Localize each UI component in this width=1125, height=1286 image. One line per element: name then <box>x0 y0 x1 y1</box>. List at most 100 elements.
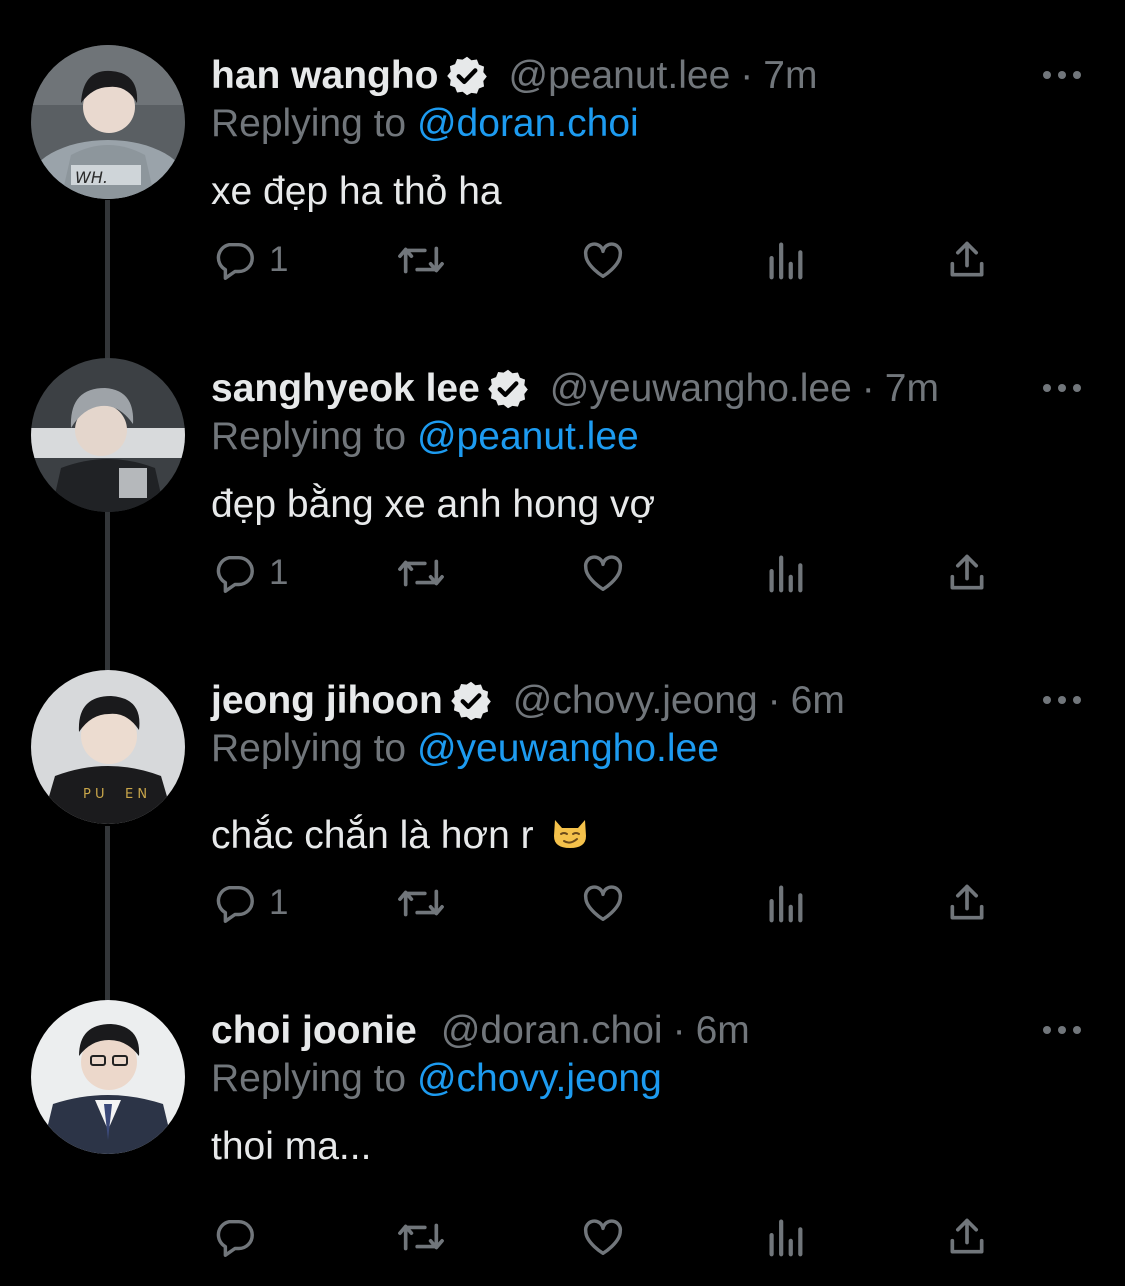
share-icon <box>950 1218 984 1254</box>
retweet-icon <box>398 889 444 917</box>
views-button[interactable] <box>764 548 806 598</box>
avatar[interactable]: P U E N <box>31 670 185 824</box>
retweet-button[interactable] <box>395 878 447 928</box>
tweet-text-container: chắc chắn là hơn r <box>211 812 590 859</box>
replying-to-label: Replying to <box>211 415 407 458</box>
heart-icon <box>583 242 623 279</box>
user-handle[interactable]: @yeuwangho.lee <box>550 366 852 412</box>
more-dots-icon[interactable] <box>1040 376 1084 400</box>
like-button[interactable] <box>579 548 627 598</box>
reply-button[interactable]: 1 <box>211 548 288 598</box>
tweet-header: jeong jihoon @chovy.jeong · 6m <box>211 678 845 724</box>
retweet-button[interactable] <box>395 235 447 285</box>
verified-badge-icon <box>450 681 491 721</box>
retweet-icon <box>398 246 444 274</box>
avatar[interactable] <box>31 1000 185 1154</box>
smirk-cat-emoji <box>554 820 587 848</box>
like-button[interactable] <box>579 1212 627 1262</box>
tweet[interactable]: P U E N jeong jihoon @chovy.jeong · 6m R… <box>0 670 1125 990</box>
reply-button[interactable] <box>211 1212 269 1262</box>
display-name[interactable]: han wangho <box>211 53 439 99</box>
share-icon <box>950 241 984 277</box>
display-name[interactable]: sanghyeok lee <box>211 366 480 412</box>
tweet-actions: 1 <box>211 235 1011 285</box>
verified-badge-icon <box>487 369 528 409</box>
retweet-icon <box>398 559 444 587</box>
reply-count: 1 <box>269 553 289 592</box>
tweet-header: han wangho @peanut.lee · 7m <box>211 53 817 99</box>
like-button[interactable] <box>579 878 627 928</box>
share-button[interactable] <box>945 235 989 285</box>
analytics-icon <box>769 1219 803 1257</box>
reply-icon <box>216 242 254 280</box>
tweet-header: choi joonie @doran.choi · 6m <box>211 1008 750 1054</box>
tweet[interactable]: choi joonie @doran.choi · 6m Replying to… <box>0 1000 1125 1286</box>
analytics-icon <box>769 885 803 923</box>
tweet-actions: 1 <box>211 548 1011 598</box>
more-dots-icon[interactable] <box>1040 1018 1084 1042</box>
replying-to: Replying to @yeuwangho.lee <box>211 726 719 772</box>
tweet-text: đẹp bằng xe anh hong vợ <box>211 483 656 526</box>
timestamp[interactable]: 7m <box>885 366 939 412</box>
retweet-button[interactable] <box>395 1212 447 1262</box>
more-dots-icon[interactable] <box>1040 688 1084 712</box>
views-button[interactable] <box>764 1212 806 1262</box>
more-dots-icon[interactable] <box>1040 63 1084 87</box>
separator-dot: · <box>740 54 754 97</box>
heart-icon <box>583 555 623 592</box>
replying-to-label: Replying to <box>211 727 407 770</box>
tweet-text: thoi ma... <box>211 1125 372 1168</box>
tweet-actions <box>211 1212 1011 1262</box>
replying-to: Replying to @peanut.lee <box>211 414 639 460</box>
svg-text:P U: P U <box>83 787 105 802</box>
tweet-header: sanghyeok lee @yeuwangho.lee · 7m <box>211 366 939 412</box>
user-handle[interactable]: @doran.choi <box>441 1008 663 1054</box>
separator-dot: · <box>861 367 875 410</box>
reply-button[interactable]: 1 <box>211 878 288 928</box>
share-button[interactable] <box>945 548 989 598</box>
reply-icon <box>216 555 254 593</box>
replying-to-label: Replying to <box>211 102 407 145</box>
display-name[interactable]: choi joonie <box>211 1008 417 1054</box>
reply-icon <box>216 1219 254 1257</box>
tweet[interactable]: WH. han wangho @peanut.lee · 7m Replying… <box>0 45 1125 345</box>
share-icon <box>950 554 984 590</box>
avatar[interactable] <box>31 358 185 512</box>
replying-to-handle[interactable]: @yeuwangho.lee <box>417 727 719 770</box>
user-handle[interactable]: @peanut.lee <box>509 53 731 99</box>
timestamp[interactable]: 6m <box>791 678 845 724</box>
verified-badge-icon <box>446 56 487 96</box>
retweet-icon <box>398 1223 444 1251</box>
timestamp[interactable]: 7m <box>763 53 817 99</box>
heart-icon <box>583 885 623 922</box>
share-button[interactable] <box>945 878 989 928</box>
tweet[interactable]: sanghyeok lee @yeuwangho.lee · 7m Replyi… <box>0 358 1125 658</box>
reply-count: 1 <box>269 883 289 922</box>
replying-to-handle[interactable]: @doran.choi <box>417 102 639 145</box>
svg-text:E N: E N <box>125 787 147 802</box>
tweet-actions: 1 <box>211 878 1011 928</box>
like-button[interactable] <box>579 235 627 285</box>
display-name[interactable]: jeong jihoon <box>211 678 443 724</box>
tweet-text: chắc chắn là hơn r <box>211 814 534 857</box>
replying-to-label: Replying to <box>211 1057 407 1100</box>
replying-to: Replying to @doran.choi <box>211 101 639 147</box>
reply-count: 1 <box>269 240 289 279</box>
analytics-icon <box>769 555 803 593</box>
separator-dot: · <box>672 1009 686 1052</box>
tweet-text: xe đẹp ha thỏ ha <box>211 170 502 213</box>
reply-icon <box>216 885 254 923</box>
analytics-icon <box>769 242 803 280</box>
views-button[interactable] <box>764 235 806 285</box>
avatar[interactable]: WH. <box>31 45 185 199</box>
replying-to-handle[interactable]: @chovy.jeong <box>417 1057 662 1100</box>
replying-to: Replying to @chovy.jeong <box>211 1056 662 1102</box>
heart-icon <box>583 1219 623 1256</box>
views-button[interactable] <box>764 878 806 928</box>
timestamp[interactable]: 6m <box>696 1008 750 1054</box>
user-handle[interactable]: @chovy.jeong <box>513 678 758 724</box>
retweet-button[interactable] <box>395 548 447 598</box>
replying-to-handle[interactable]: @peanut.lee <box>417 415 639 458</box>
share-button[interactable] <box>945 1212 989 1262</box>
reply-button[interactable]: 1 <box>211 235 288 285</box>
